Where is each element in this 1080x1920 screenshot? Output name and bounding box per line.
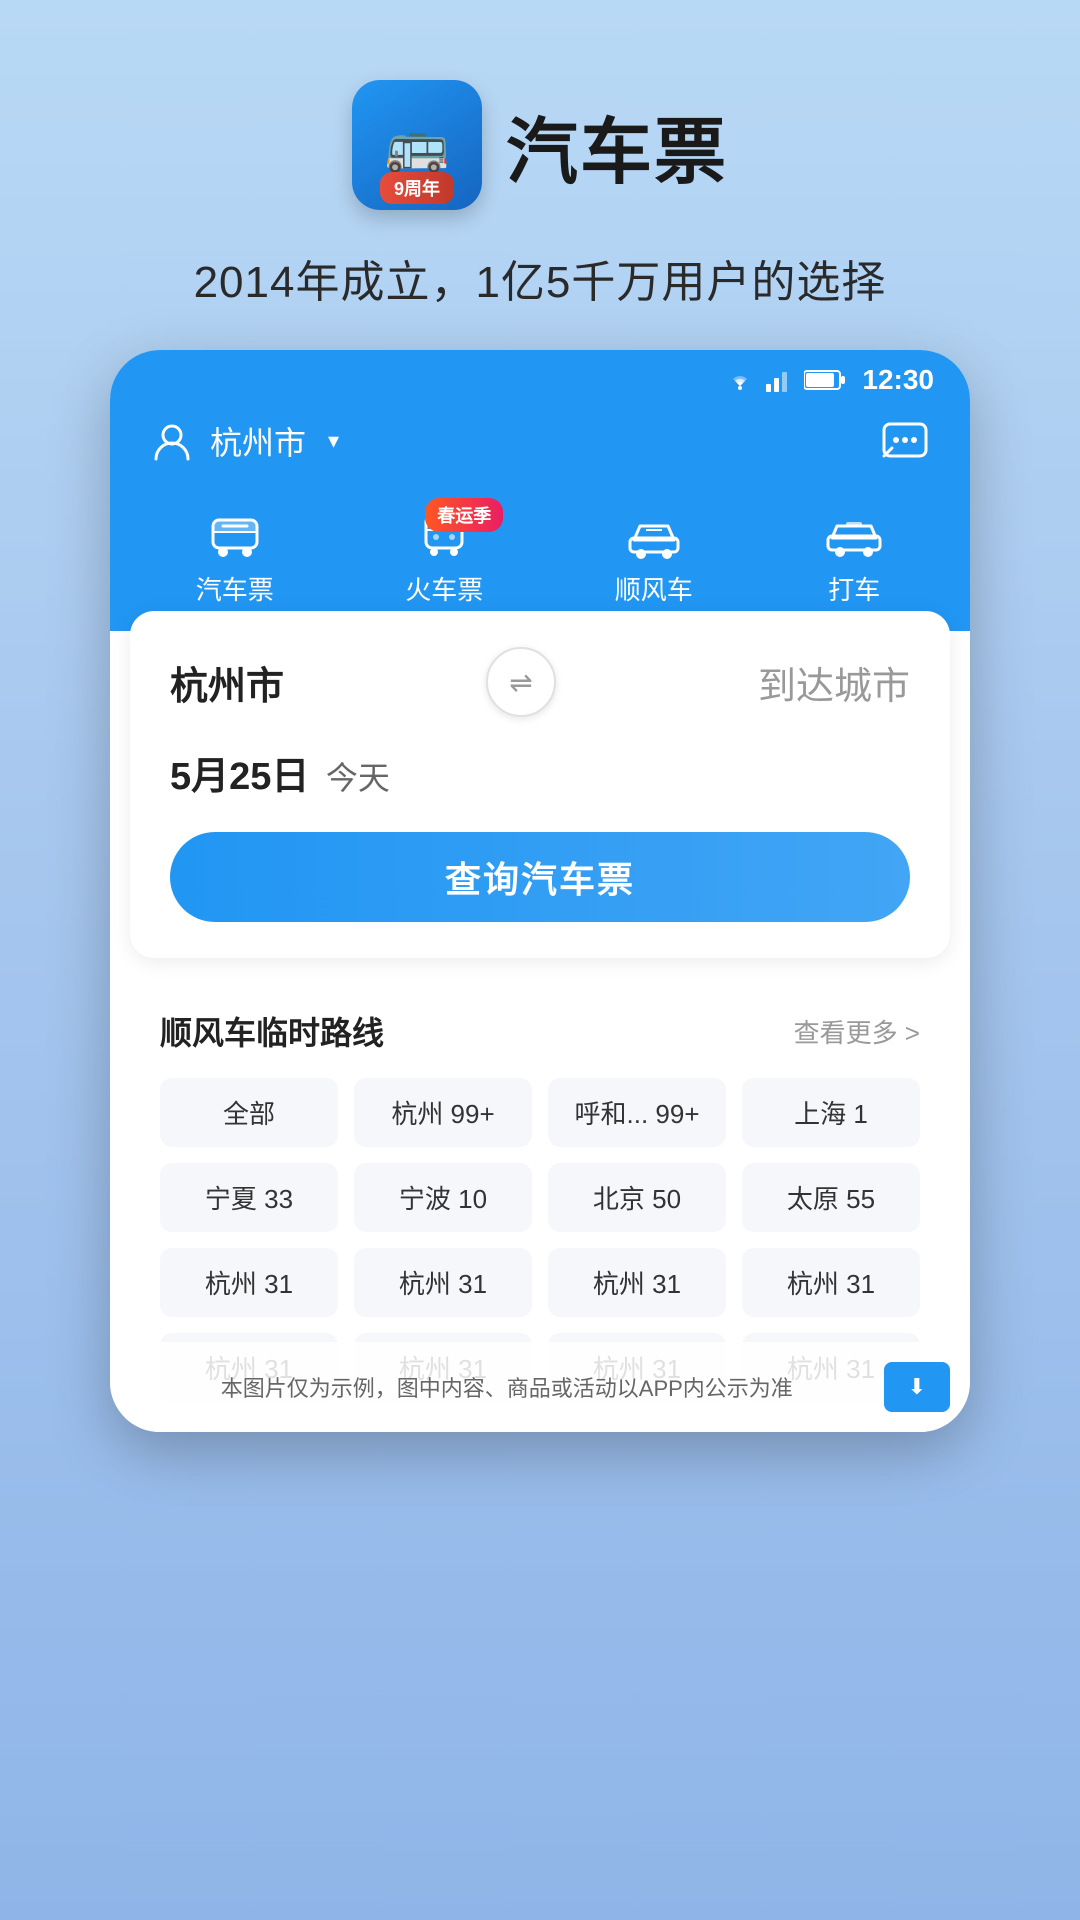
rideshare-tag[interactable]: 北京 50 xyxy=(548,1163,726,1232)
notice-text: 本图片仅为示例，图中内容、商品或活动以APP内公示为准 xyxy=(130,1371,884,1403)
app-icon: 🚌 9周年 xyxy=(352,80,482,210)
phone-mockup: 12:30 杭州市 ▾ xyxy=(110,350,970,1432)
search-button[interactable]: 查询汽车票 xyxy=(170,832,910,922)
rideshare-tag[interactable]: 杭州 31 xyxy=(742,1248,920,1317)
tab-train-label: 火车票 xyxy=(405,570,483,607)
rideshare-tag[interactable]: 全部 xyxy=(160,1078,338,1147)
bus-nav-icon xyxy=(209,512,261,560)
bottom-notice: 本图片仅为示例，图中内容、商品或活动以APP内公示为准 ⬇ xyxy=(110,1342,970,1432)
signal-icon xyxy=(766,368,794,392)
tab-rideshare-label: 顺风车 xyxy=(615,570,693,607)
rideshare-tag[interactable]: 呼和... 99+ xyxy=(548,1078,726,1147)
tab-rideshare[interactable]: 顺风车 xyxy=(615,512,693,607)
tab-bus-ticket[interactable]: 汽车票 xyxy=(196,512,274,607)
tab-train-ticket[interactable]: 春运季 火车票 xyxy=(405,512,483,607)
rideshare-tag[interactable]: 杭州 31 xyxy=(354,1248,532,1317)
today-label: 今天 xyxy=(326,760,390,796)
app-download-button[interactable]: ⬇ xyxy=(884,1362,950,1412)
date-row: 5月25日 今天 xyxy=(170,745,910,800)
message-icon[interactable] xyxy=(880,416,930,466)
view-more-link[interactable]: 查看更多 > xyxy=(794,1013,920,1050)
rideshare-tag[interactable]: 杭州 31 xyxy=(160,1248,338,1317)
to-city[interactable]: 到达城市 xyxy=(758,655,910,710)
status-icons xyxy=(724,368,846,392)
app-subtitle: 2014年成立，1亿5千万用户的选择 xyxy=(194,246,887,310)
rideshare-tag[interactable]: 宁夏 33 xyxy=(160,1163,338,1232)
tab-bus-label: 汽车票 xyxy=(196,570,274,607)
swap-icon: ⇌ xyxy=(509,666,532,699)
route-row: 杭州市 ⇌ 到达城市 xyxy=(170,647,910,717)
tab-taxi-label: 打车 xyxy=(828,570,880,607)
user-icon[interactable] xyxy=(150,419,194,463)
rideshare-tag[interactable]: 杭州 99+ xyxy=(354,1078,532,1147)
app-navigation-bar: 杭州市 ▾ xyxy=(110,396,970,496)
rideshare-tag[interactable]: 太原 55 xyxy=(742,1163,920,1232)
rideshare-tag[interactable]: 杭州 31 xyxy=(548,1248,726,1317)
header-left: 杭州市 ▾ xyxy=(150,418,339,464)
search-card: 杭州市 ⇌ 到达城市 5月25日 今天 查询汽车票 xyxy=(130,611,950,958)
taxi-nav-icon xyxy=(824,512,884,560)
bus-icon: 🚌 xyxy=(385,119,450,171)
status-bar: 12:30 xyxy=(110,350,970,396)
location-text[interactable]: 杭州市 xyxy=(210,418,306,464)
swap-button[interactable]: ⇌ xyxy=(486,647,556,717)
anniversary-badge: 9周年 xyxy=(380,172,454,204)
app-title-row: 🚌 9周年 汽车票 xyxy=(352,80,728,210)
app-title: 汽车票 xyxy=(506,93,728,198)
tab-taxi[interactable]: 打车 xyxy=(824,512,884,607)
battery-icon xyxy=(804,369,846,391)
chevron-down-icon[interactable]: ▾ xyxy=(328,428,339,454)
wifi-icon xyxy=(724,368,756,392)
rideshare-header: 顺风车临时路线 查看更多 > xyxy=(160,1008,920,1054)
from-city[interactable]: 杭州市 xyxy=(170,655,284,710)
status-time: 12:30 xyxy=(862,364,934,396)
rideshare-title: 顺风车临时路线 xyxy=(160,1008,384,1054)
travel-date[interactable]: 5月25日 xyxy=(170,756,309,798)
page-header: 🚌 9周年 汽车票 2014年成立，1亿5千万用户的选择 xyxy=(194,0,887,310)
spring-festival-badge: 春运季 xyxy=(425,498,503,532)
rideshare-tag[interactable]: 上海 1 xyxy=(742,1078,920,1147)
car-nav-icon xyxy=(624,512,684,560)
rideshare-tag[interactable]: 宁波 10 xyxy=(354,1163,532,1232)
